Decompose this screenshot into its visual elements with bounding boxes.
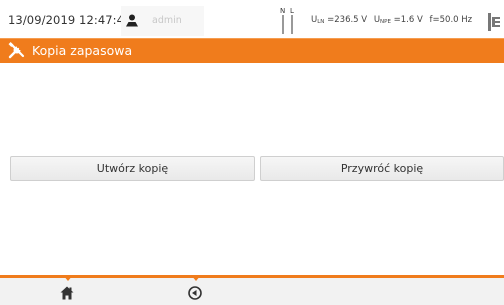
status-bar: 13/09/2019 12:47:48 admin N L ULN =236.5…	[0, 0, 504, 42]
user-icon	[126, 14, 138, 27]
unpe-value: =1.6 V	[393, 15, 423, 25]
conn-label-l: L	[290, 7, 294, 15]
restore-backup-button[interactable]: Przywróć kopię	[260, 156, 504, 181]
create-backup-button[interactable]: Utwórz kopię	[10, 156, 255, 181]
back-circle-icon	[188, 286, 202, 300]
plug-icon	[488, 13, 500, 31]
conn-label-n: N	[280, 7, 285, 15]
datetime: 13/09/2019 12:47:48	[8, 13, 132, 27]
unpe-label: UNPE	[373, 15, 391, 25]
uln-label: ULN	[311, 15, 325, 25]
title-bar: Kopia zapasowa	[0, 38, 504, 63]
tab-indicator	[191, 275, 201, 281]
connection-icon: N L	[280, 7, 294, 34]
home-icon	[60, 286, 74, 300]
measurement-readout: ULN =236.5 V UNPE =1.6 V f=50.0 Hz	[311, 15, 472, 25]
back-tab[interactable]	[167, 275, 227, 305]
bottom-bar	[0, 275, 504, 305]
tools-icon	[8, 42, 25, 59]
user-name: admin	[152, 15, 182, 26]
page-title: Kopia zapasowa	[32, 43, 133, 58]
home-tab[interactable]	[39, 275, 99, 305]
frequency-value: f=50.0 Hz	[429, 15, 473, 25]
tab-indicator	[63, 275, 73, 281]
uln-value: =236.5 V	[327, 15, 368, 25]
